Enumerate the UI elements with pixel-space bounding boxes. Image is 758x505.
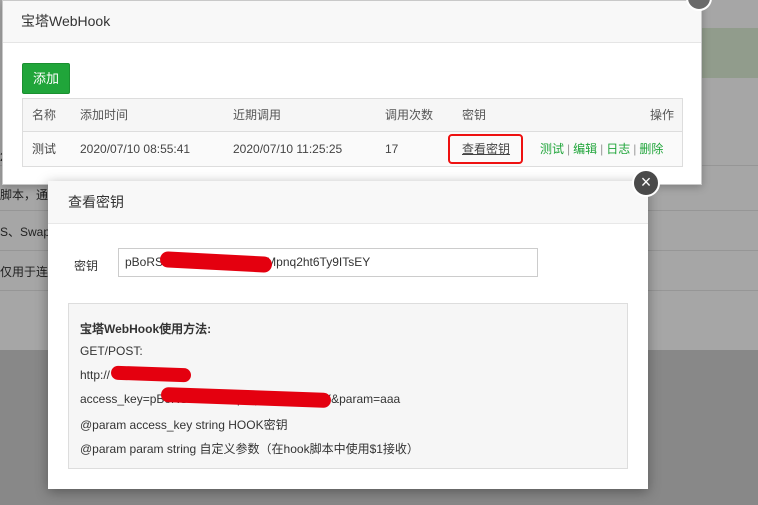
webhook-window-title: 宝塔WebHook xyxy=(3,1,701,43)
webhook-window: 宝塔WebHook × 添加 名称 添加时间 近期调用 调用次数 密钥 操作 测… xyxy=(2,0,712,185)
view-key-dialog: 查看密钥 × 密钥 pBoRS Ykc5n7SIc3wJ9HzMpnq2ht6T… xyxy=(48,169,660,489)
column-header-actions: 操作 xyxy=(650,108,675,122)
column-header-key: 密钥 xyxy=(462,108,487,122)
table-row: 测试 2020/07/10 08:55:41 2020/07/10 11:25:… xyxy=(23,132,682,166)
test-link[interactable]: 测试 xyxy=(540,142,564,156)
usage-method: GET/POST: xyxy=(80,344,143,358)
usage-panel: 宝塔WebHook使用方法: GET/POST: http:// 4:8888/… xyxy=(68,303,628,469)
row-call-count: 17 xyxy=(385,142,399,156)
key-label: 密钥 xyxy=(74,259,99,273)
action-separator: | xyxy=(567,142,571,156)
column-header-name: 名称 xyxy=(32,108,57,122)
usage-title: 宝塔WebHook使用方法: xyxy=(80,322,212,336)
action-separator: | xyxy=(600,142,604,156)
log-link[interactable]: 日志 xyxy=(606,142,630,156)
column-header-count: 调用次数 xyxy=(385,108,434,122)
column-header-last-call: 近期调用 xyxy=(233,108,282,122)
row-actions: 测试 | 编辑 | 日志 | 删除 xyxy=(540,132,663,166)
delete-link[interactable]: 删除 xyxy=(639,142,663,156)
webhook-table: 名称 添加时间 近期调用 调用次数 密钥 操作 测试 2020/07/10 08… xyxy=(22,98,683,167)
column-header-added: 添加时间 xyxy=(80,108,129,122)
view-key-dialog-title: 查看密钥 xyxy=(48,181,648,224)
usage-param-param: @param param string 自定义参数（在hook脚本中使用$1接收… xyxy=(80,442,419,456)
row-name: 测试 xyxy=(32,142,57,156)
redaction-mark xyxy=(110,365,192,383)
action-separator: | xyxy=(633,142,637,156)
usage-param-access-key: @param access_key string HOOK密钥 xyxy=(80,418,288,432)
edit-link[interactable]: 编辑 xyxy=(573,142,597,156)
close-icon[interactable]: × xyxy=(632,169,660,197)
table-header: 名称 添加时间 近期调用 调用次数 密钥 操作 xyxy=(23,99,682,132)
row-last-call: 2020/07/10 11:25:25 xyxy=(233,142,343,156)
view-key-link[interactable]: 查看密钥 xyxy=(462,132,510,166)
row-added-time: 2020/07/10 08:55:41 xyxy=(80,142,191,156)
add-button[interactable]: 添加 xyxy=(22,63,70,94)
webhook-window-body: 添加 名称 添加时间 近期调用 调用次数 密钥 操作 测试 2020/07/10… xyxy=(3,43,701,184)
